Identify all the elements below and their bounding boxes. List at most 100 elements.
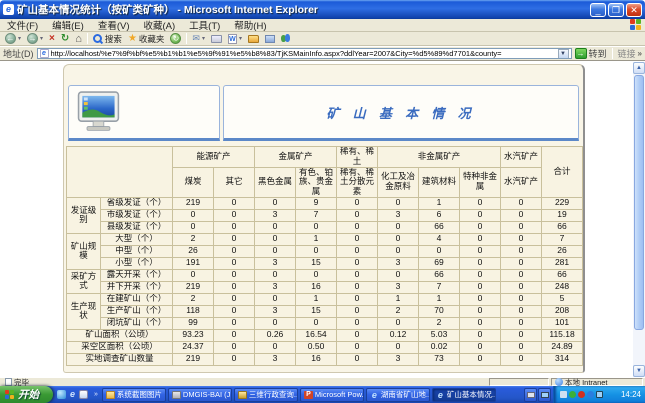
ie-window: e 矿山基本情况统计（按矿类矿种） - Microsoft Internet E… bbox=[0, 0, 645, 403]
minimize-button[interactable]: _ bbox=[590, 3, 606, 17]
toolbar-button-favorites[interactable]: ★收藏夹 bbox=[125, 32, 167, 45]
row-label: 大型（个） bbox=[101, 233, 173, 245]
toolbar-button-refresh[interactable]: ↻ bbox=[58, 32, 72, 45]
scroll-down-icon[interactable]: ▼ bbox=[633, 365, 645, 377]
forward-icon: → bbox=[27, 33, 38, 44]
ie-page-icon: e bbox=[3, 4, 14, 15]
toolbar-button-mail[interactable]: ✉▾ bbox=[189, 32, 208, 45]
table-cell: 0 bbox=[337, 305, 378, 317]
menu-item-5[interactable]: 帮助(H) bbox=[227, 18, 273, 32]
taskbar-printer-button[interactable] bbox=[524, 388, 537, 402]
ie-icon: e bbox=[370, 391, 379, 399]
start-button[interactable]: 开始 bbox=[0, 386, 53, 403]
table-cell: 0 bbox=[337, 281, 378, 293]
links-button[interactable]: 链接 » bbox=[618, 47, 642, 60]
toolbar-button-edit[interactable]: W▾ bbox=[225, 32, 245, 45]
table-cell: 26 bbox=[173, 245, 214, 257]
vertical-scrollbar[interactable]: ▲ ▼ bbox=[633, 62, 645, 377]
table-cell: 219 bbox=[173, 197, 214, 209]
close-button[interactable]: ✕ bbox=[626, 3, 642, 17]
table-cell: 3 bbox=[378, 209, 419, 221]
monitor-logo-box bbox=[68, 85, 220, 141]
taskbar-task-4[interactable]: e湖南省矿山地... bbox=[366, 388, 430, 402]
dropdown-arrow-icon[interactable]: ▾ bbox=[239, 35, 242, 42]
toolbar-button-stop[interactable]: × bbox=[46, 32, 58, 45]
mail-quicklaunch-icon[interactable] bbox=[79, 390, 88, 399]
table-cell: 0 bbox=[214, 269, 255, 281]
task-label: Microsoft Pow... bbox=[315, 390, 364, 399]
toolbar-button-home[interactable]: ⌂ bbox=[72, 32, 85, 45]
table-cell: 0 bbox=[460, 281, 501, 293]
taskbar-task-1[interactable]: DMGIS-BAI (J:) bbox=[168, 388, 232, 402]
toolbar-button-history[interactable]: ↻ bbox=[167, 32, 184, 45]
table-row: 井下开采（个）219031603700248 bbox=[67, 281, 583, 293]
red-shield-tray-icon[interactable] bbox=[578, 391, 585, 398]
row-label: 中型（个） bbox=[101, 245, 173, 257]
ie-quicklaunch-icon[interactable]: e bbox=[68, 390, 77, 399]
menu-item-0[interactable]: 文件(F) bbox=[0, 18, 45, 32]
printer-icon bbox=[527, 392, 535, 398]
toolbar-button-folder[interactable] bbox=[245, 32, 262, 45]
dropdown-arrow-icon[interactable]: ▾ bbox=[40, 35, 43, 42]
menu-item-1[interactable]: 编辑(E) bbox=[45, 18, 91, 32]
header-group-row: 能源矿产金属矿产稀有、稀土非金属矿产水汽矿产合计 bbox=[67, 147, 583, 168]
row-label: 小型（个） bbox=[101, 257, 173, 269]
speaker-tray-icon[interactable] bbox=[560, 391, 567, 398]
powerpoint-icon: P bbox=[304, 391, 313, 399]
green-status-tray-icon[interactable] bbox=[569, 391, 576, 398]
restore-button[interactable]: ❐ bbox=[608, 3, 624, 17]
messenger-quicklaunch-icon[interactable] bbox=[57, 390, 66, 399]
taskbar-task-5[interactable]: e矿山基本情况... bbox=[432, 388, 496, 402]
summary-row-label: 采空区面积（公顷） bbox=[67, 341, 173, 353]
dropdown-arrow-icon[interactable]: ▾ bbox=[18, 35, 21, 42]
row-label: 生产矿山（个） bbox=[101, 305, 173, 317]
table-header: 能源矿产金属矿产稀有、稀土非金属矿产水汽矿产合计煤炭其它黑色金属有色、铂族、贵金… bbox=[67, 147, 583, 198]
table-cell: 229 bbox=[542, 197, 583, 209]
menu-item-3[interactable]: 收藏(A) bbox=[136, 18, 182, 32]
taskbar-task-2[interactable]: 三维行政查询... bbox=[234, 388, 298, 402]
taskbar-task-0[interactable]: 系统截图图片 bbox=[102, 388, 166, 402]
blue-status-tray-icon[interactable] bbox=[587, 391, 594, 398]
table-cell: 3 bbox=[378, 281, 419, 293]
tray-clock: 14:24 bbox=[621, 390, 641, 399]
scroll-up-icon[interactable]: ▲ bbox=[633, 62, 645, 74]
col-header-7: 特种非金属 bbox=[460, 167, 501, 197]
table-cell: 219 bbox=[173, 281, 214, 293]
toolbar-button-messenger[interactable] bbox=[278, 32, 294, 45]
table-cell: 0 bbox=[255, 233, 296, 245]
go-arrow-icon: → bbox=[575, 48, 587, 59]
menu-item-2[interactable]: 查看(V) bbox=[91, 18, 137, 32]
dropdown-arrow-icon[interactable]: ▾ bbox=[202, 35, 205, 42]
drive-icon bbox=[172, 391, 181, 399]
quick-launch-chevron-icon[interactable]: » bbox=[94, 391, 98, 398]
toolbar-button-forward[interactable]: →▾ bbox=[24, 32, 46, 45]
table-cell: 16 bbox=[296, 353, 337, 365]
menu-item-4[interactable]: 工具(T) bbox=[182, 18, 227, 32]
col-header-0: 煤炭 bbox=[173, 167, 214, 197]
table-cell: 0 bbox=[255, 197, 296, 209]
table-cell: 0 bbox=[501, 317, 542, 329]
toolbar-button-search[interactable]: 搜索 bbox=[90, 32, 125, 45]
table-cell: 0 bbox=[255, 293, 296, 305]
table-cell: 0 bbox=[501, 257, 542, 269]
scrollbar-thumb[interactable] bbox=[634, 75, 644, 330]
window-title: 矿山基本情况统计（按矿类矿种） - Microsoft Internet Exp… bbox=[17, 2, 590, 17]
folder-icon bbox=[248, 35, 259, 43]
toolbar-button-back[interactable]: ←▾ bbox=[2, 32, 24, 45]
toolbar-button-print[interactable] bbox=[208, 32, 225, 45]
taskbar-display-button[interactable] bbox=[538, 388, 551, 402]
address-input[interactable]: e http://localhost/%e7%9f%bf%e5%b1%b1%e5… bbox=[37, 48, 572, 59]
table-row: 县级发证（个）000000660066 bbox=[67, 221, 583, 233]
mail-icon: ✉ bbox=[192, 33, 200, 44]
display-tray-icon[interactable] bbox=[596, 391, 603, 398]
table-cell: 0.26 bbox=[255, 329, 296, 341]
go-button[interactable]: → 转到 bbox=[575, 47, 607, 60]
taskbar-task-3[interactable]: PMicrosoft Pow... bbox=[300, 388, 364, 402]
table-cell: 0 bbox=[337, 269, 378, 281]
address-dropdown-icon[interactable]: ▼ bbox=[558, 49, 569, 59]
table-cell: 0 bbox=[378, 221, 419, 233]
refresh-icon: ↻ bbox=[61, 33, 69, 44]
page-title: 矿 山 基 本 情 况 bbox=[326, 103, 475, 122]
toolbar-button-fullscreen[interactable] bbox=[262, 32, 278, 45]
ie-icon: e bbox=[436, 391, 445, 399]
